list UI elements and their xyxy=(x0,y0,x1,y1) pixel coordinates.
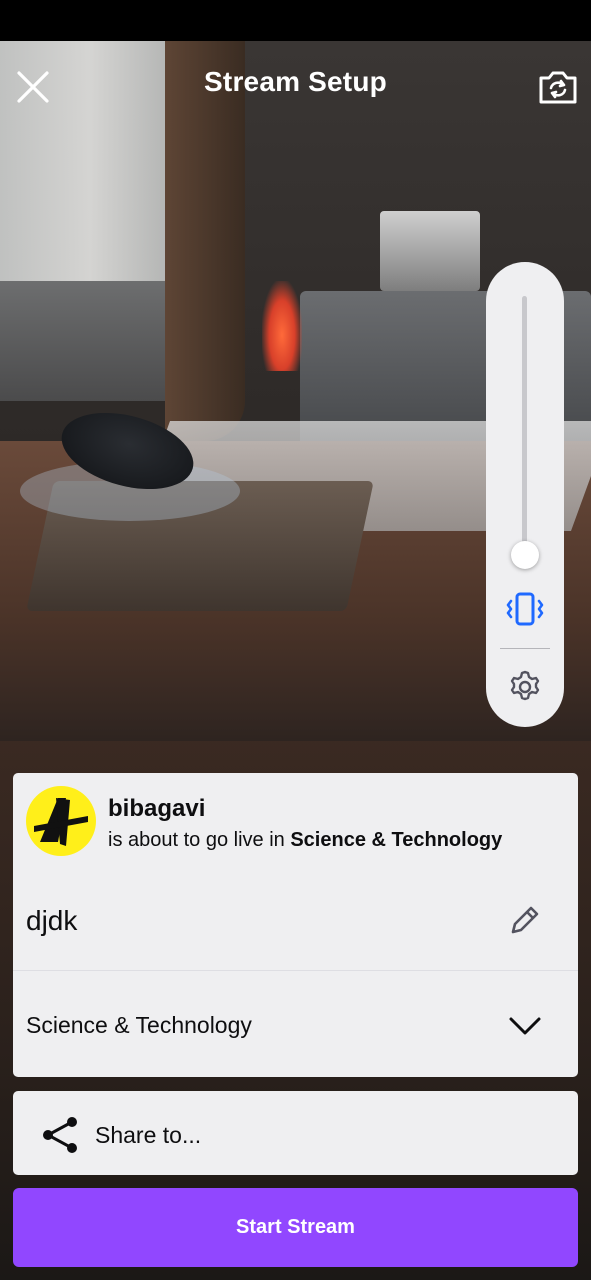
zoom-slider-thumb[interactable] xyxy=(511,541,539,569)
page-title: Stream Setup xyxy=(204,66,387,97)
live-status-text: is about to go live in Science & Technol… xyxy=(108,829,503,851)
flip-camera-button[interactable] xyxy=(537,66,579,108)
camera-controls-panel xyxy=(486,262,564,727)
camera-flip-icon xyxy=(539,71,577,104)
stream-title: djdk xyxy=(26,905,78,936)
chevron-down-icon xyxy=(509,1017,541,1035)
divider xyxy=(500,648,550,649)
category-dropdown-button[interactable] xyxy=(507,1008,543,1044)
edit-title-button[interactable] xyxy=(506,901,544,939)
zoom-slider-track[interactable] xyxy=(522,296,527,558)
avatar xyxy=(26,786,96,856)
category-select[interactable]: Science & Technology xyxy=(13,972,578,1077)
share-label: Share to... xyxy=(95,1122,202,1148)
start-stream-button[interactable]: Start Stream xyxy=(13,1188,578,1267)
settings-button[interactable] xyxy=(506,668,544,706)
stream-info-card: bibagavi is about to go live in Science … xyxy=(13,773,578,1077)
live-category: Science & Technology xyxy=(290,829,503,851)
vibrate-icon xyxy=(506,592,544,626)
share-icon xyxy=(43,1117,77,1153)
avatar-logo xyxy=(34,798,88,846)
gear-icon xyxy=(510,670,540,701)
pencil-icon xyxy=(511,906,539,934)
share-button[interactable]: Share to... xyxy=(13,1091,578,1175)
status-bar xyxy=(0,0,591,41)
vibrate-toggle[interactable] xyxy=(503,590,547,628)
stream-title-row[interactable]: djdk xyxy=(13,871,578,971)
username: bibagavi xyxy=(108,795,206,822)
category-value: Science & Technology xyxy=(26,1012,252,1038)
